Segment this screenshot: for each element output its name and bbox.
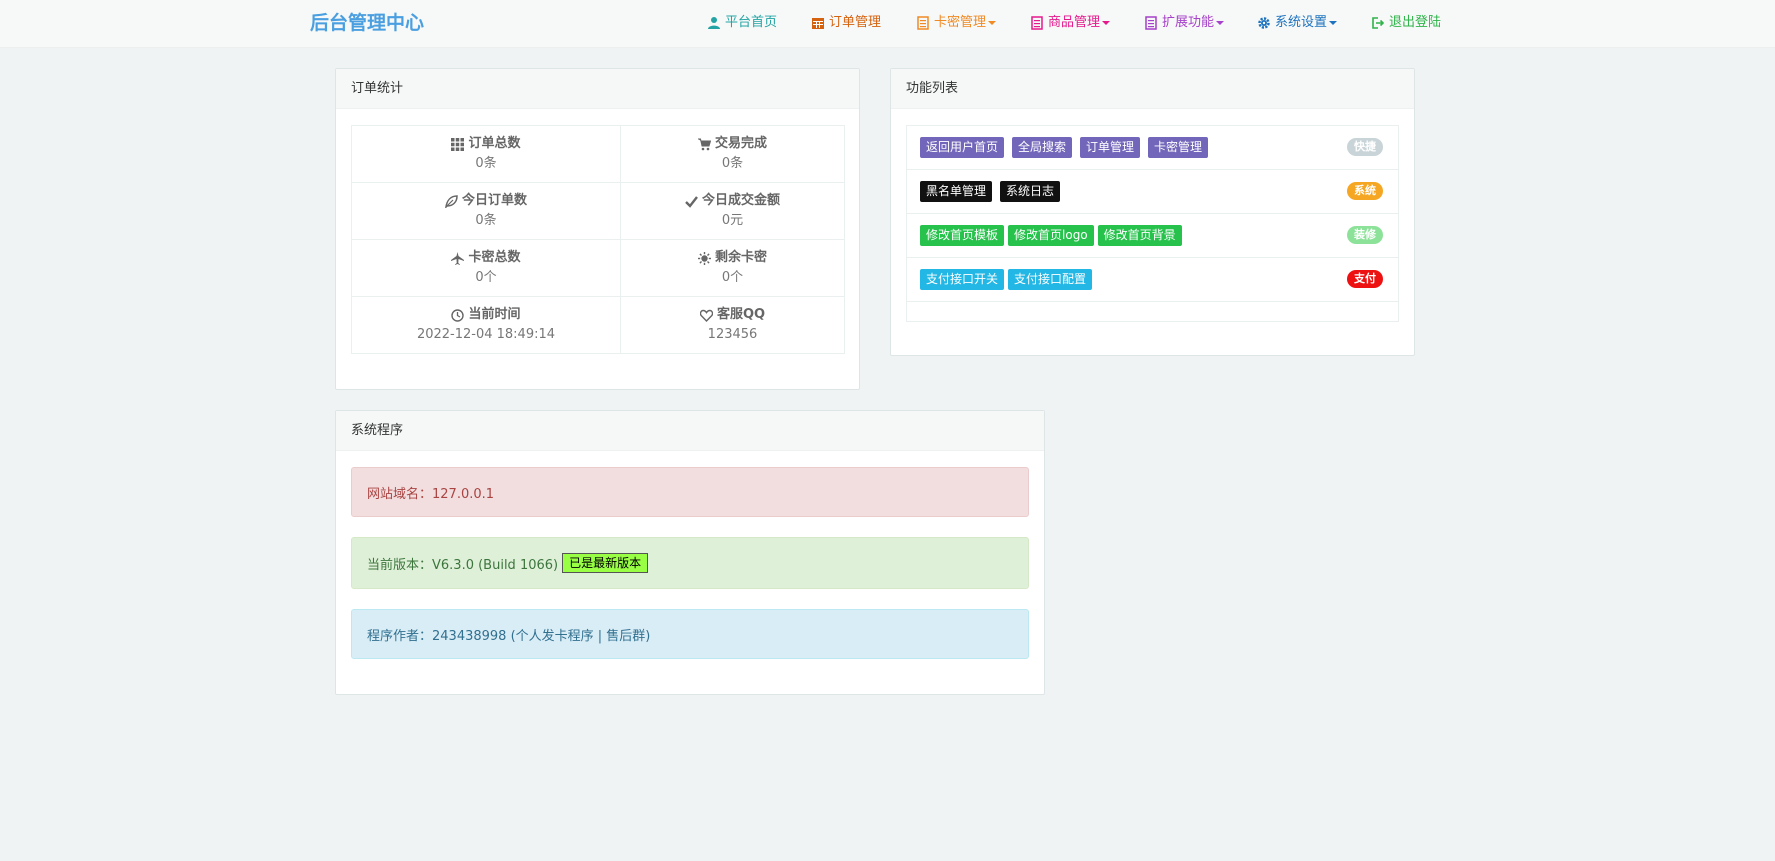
panel-title: 系统程序	[336, 411, 1044, 451]
category-badge: 系统	[1347, 182, 1383, 200]
domain-text: 网站域名：127.0.0.1	[367, 486, 495, 502]
domain-alert: 网站域名：127.0.0.1	[351, 467, 1029, 517]
function-list: 返回用户首页 全局搜索 订单管理 卡密管理 快捷 黑名单管理 系统日志 系统 修…	[906, 125, 1399, 322]
nav-cards[interactable]: 卡密管理	[916, 13, 997, 33]
calendar-icon	[812, 18, 824, 29]
author-alert: 程序作者：243438998 (个人发卡程序 | 售后群)	[351, 609, 1029, 659]
system-log-button[interactable]: 系统日志	[1000, 181, 1061, 202]
caret-down-icon	[1216, 21, 1225, 25]
stat-value: 0个	[721, 270, 744, 285]
gear-icon	[1258, 17, 1270, 29]
stat-label: 卡密总数	[468, 250, 521, 265]
nav-settings[interactable]: 系统设置	[1257, 13, 1338, 33]
function-row-empty	[907, 302, 1398, 321]
stat-value: 0条	[721, 156, 744, 171]
edit-home-logo-button[interactable]: 修改首页logo	[1008, 225, 1094, 246]
stat-label: 剩余卡密	[714, 250, 767, 265]
list-icon	[917, 16, 929, 30]
nav-products[interactable]: 商品管理	[1030, 13, 1111, 33]
order-manage-button[interactable]: 订单管理	[1080, 137, 1141, 158]
plane-icon	[451, 251, 465, 265]
function-row-system: 黑名单管理 系统日志 系统	[907, 170, 1398, 214]
caret-down-icon	[1329, 21, 1338, 25]
stat-cell: 当前时间 2022-12-04 18:49:14	[351, 296, 621, 354]
version-text: 当前版本：V6.3.0 (Build 1066)	[367, 557, 559, 573]
cart-icon	[697, 138, 711, 150]
stat-value: 123456	[707, 327, 758, 342]
stat-label: 今日订单数	[461, 193, 527, 208]
list-icon	[1031, 16, 1043, 30]
stat-label: 客服QQ	[716, 307, 766, 322]
function-row-quick: 返回用户首页 全局搜索 订单管理 卡密管理 快捷	[907, 126, 1398, 170]
order-stats-table: 订单总数 0条 交易完成 0条 今日订单数 0条 今日成交金额 0元 卡密总数 …	[351, 125, 845, 354]
nav-home[interactable]: 平台首页	[707, 13, 777, 33]
heart-icon	[699, 309, 713, 322]
user-icon	[708, 17, 720, 29]
payment-switch-button[interactable]: 支付接口开关	[920, 269, 1005, 290]
function-list-panel: 功能列表 返回用户首页 全局搜索 订单管理 卡密管理 快捷 黑名单管理 系统日志…	[890, 68, 1415, 356]
stat-value: 0个	[475, 270, 497, 285]
edit-home-template-button[interactable]: 修改首页模板	[920, 225, 1005, 246]
sun-icon	[697, 251, 711, 265]
grid-icon	[451, 137, 465, 151]
back-to-user-home-button[interactable]: 返回用户首页	[920, 137, 1005, 158]
nav-extend[interactable]: 扩展功能	[1144, 13, 1225, 33]
nav-settings-label: 系统设置	[1275, 15, 1328, 30]
stat-cell: 今日成交金额 0元	[620, 182, 845, 240]
category-badge: 快捷	[1347, 138, 1383, 156]
category-badge: 支付	[1347, 270, 1383, 288]
author-text: 程序作者：243438998 (个人发卡程序 | 售后群)	[367, 628, 651, 644]
card-manage-button[interactable]: 卡密管理	[1148, 137, 1209, 158]
blacklist-manage-button[interactable]: 黑名单管理	[920, 181, 993, 202]
stat-cell: 交易完成 0条	[620, 125, 845, 183]
stat-cell: 卡密总数 0个	[351, 239, 621, 297]
panel-title: 功能列表	[891, 69, 1414, 109]
stat-cell: 剩余卡密 0个	[620, 239, 845, 297]
stat-value: 0条	[475, 213, 497, 228]
system-program-panel: 系统程序 网站域名：127.0.0.1 当前版本：V6.3.0 (Build 1…	[335, 410, 1045, 695]
nav-extend-label: 扩展功能	[1162, 15, 1215, 30]
leaf-icon	[445, 194, 458, 208]
category-badge: 装修	[1347, 226, 1383, 244]
nav-logout-label: 退出登陆	[1389, 15, 1442, 30]
caret-down-icon	[1102, 21, 1111, 25]
stat-cell: 订单总数 0条	[351, 125, 621, 183]
nav-products-label: 商品管理	[1048, 15, 1101, 30]
caret-down-icon	[988, 21, 997, 25]
latest-version-badge: 已是最新版本	[562, 553, 649, 573]
nav-home-label: 平台首页	[725, 15, 778, 30]
order-stats-panel: 订单统计 订单总数 0条 交易完成 0条 今日订单数 0条 今日成交金额 0元 …	[335, 68, 860, 390]
nav-orders-label: 订单管理	[829, 15, 882, 30]
edit-home-background-button[interactable]: 修改首页背景	[1097, 225, 1182, 246]
function-row-payment: 支付接口开关 支付接口配置 支付	[907, 258, 1398, 302]
logout-icon	[1372, 17, 1385, 29]
top-navbar: 后台管理中心 平台首页 订单管理 卡密管理 商品管理 扩展功能 系统设置 退出登…	[0, 0, 1775, 48]
stat-value: 2022-12-04 18:49:14	[416, 327, 556, 342]
panel-title: 订单统计	[336, 69, 859, 109]
function-row-decor: 修改首页模板 修改首页logo 修改首页背景 装修	[907, 214, 1398, 258]
nav-cards-label: 卡密管理	[934, 15, 987, 30]
stat-value: 0条	[475, 156, 497, 171]
brand-title[interactable]: 后台管理中心	[310, 11, 424, 35]
check-icon	[685, 195, 698, 208]
global-search-button[interactable]: 全局搜索	[1012, 137, 1073, 158]
stat-label: 订单总数	[468, 136, 521, 151]
stat-label: 交易完成	[714, 136, 767, 151]
stat-value: 0元	[721, 213, 744, 228]
nav-orders[interactable]: 订单管理	[811, 13, 881, 33]
list-icon	[1145, 16, 1157, 30]
stat-label: 今日成交金额	[701, 193, 780, 208]
clock-icon	[451, 308, 465, 322]
stat-cell: 客服QQ 123456	[620, 296, 845, 354]
stat-label: 当前时间	[468, 307, 521, 322]
payment-config-button[interactable]: 支付接口配置	[1008, 269, 1093, 290]
version-alert: 当前版本：V6.3.0 (Build 1066) 已是最新版本	[351, 537, 1029, 589]
nav-logout[interactable]: 退出登陆	[1371, 13, 1441, 33]
stat-cell: 今日订单数 0条	[351, 182, 621, 240]
